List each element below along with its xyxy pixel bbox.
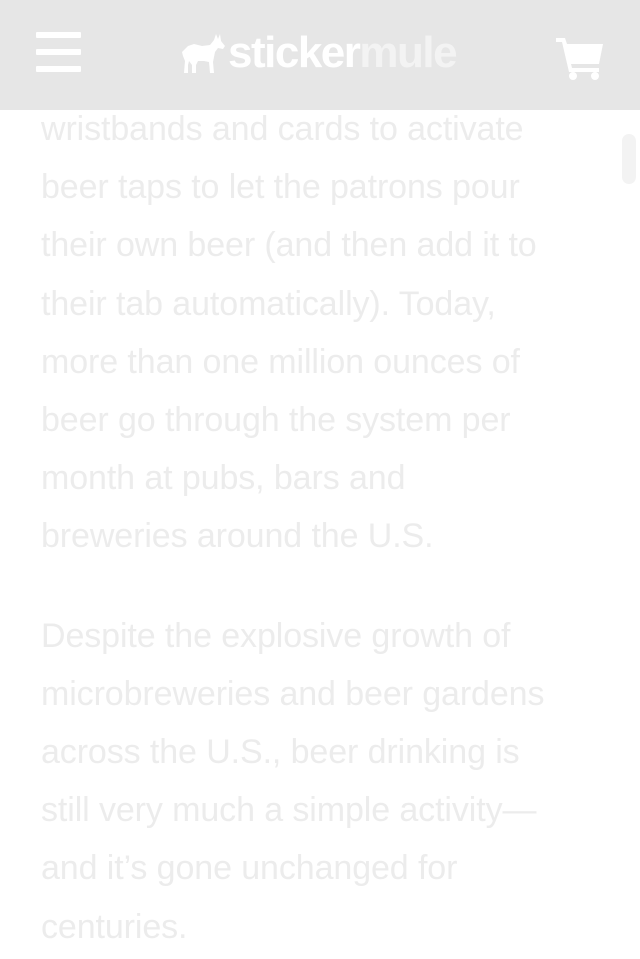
text-line: their own beer (and then add it to	[41, 226, 537, 265]
text-line: still very much a simple activity—	[41, 791, 537, 830]
text-line: breweries around the U.S.	[41, 517, 434, 556]
hamburger-menu-icon[interactable]	[36, 31, 82, 73]
text-line: beer taps to let the patrons pour	[41, 168, 520, 207]
shopping-cart-icon[interactable]	[556, 36, 604, 80]
mule-icon	[182, 34, 225, 73]
menu-bar	[36, 32, 81, 38]
text-line: microbreweries and beer gardens	[41, 674, 545, 713]
logo-text-sticker: sticker	[228, 28, 361, 77]
scrollbar-thumb[interactable]	[622, 134, 636, 184]
menu-bar	[36, 66, 81, 72]
text-line: Despite the explosive growth of	[41, 616, 511, 655]
text-line: their tab automatically). Today,	[41, 284, 496, 323]
article-body: wristbands and cards to activate beer ta…	[41, 100, 601, 956]
text-line: more than one million ounces of	[41, 342, 520, 381]
article-paragraph: wristbands and cards to activate beer ta…	[41, 100, 601, 566]
logo-text-mule: mule	[359, 28, 457, 77]
article-paragraph: Despite the explosive growth of microbre…	[41, 607, 601, 956]
stickermule-logo[interactable]: sticker mule	[180, 28, 458, 78]
text-line: month at pubs, bars and	[41, 459, 406, 498]
text-line: and it’s gone unchanged for	[41, 849, 458, 888]
menu-bar	[36, 49, 81, 55]
page: sticker mule wristbands and cards to acti…	[0, 0, 640, 959]
text-line: centuries.	[41, 907, 188, 946]
site-header: sticker mule	[0, 0, 640, 110]
text-line: across the U.S., beer drinking is	[41, 733, 520, 772]
text-line: beer go through the system per	[41, 401, 511, 440]
